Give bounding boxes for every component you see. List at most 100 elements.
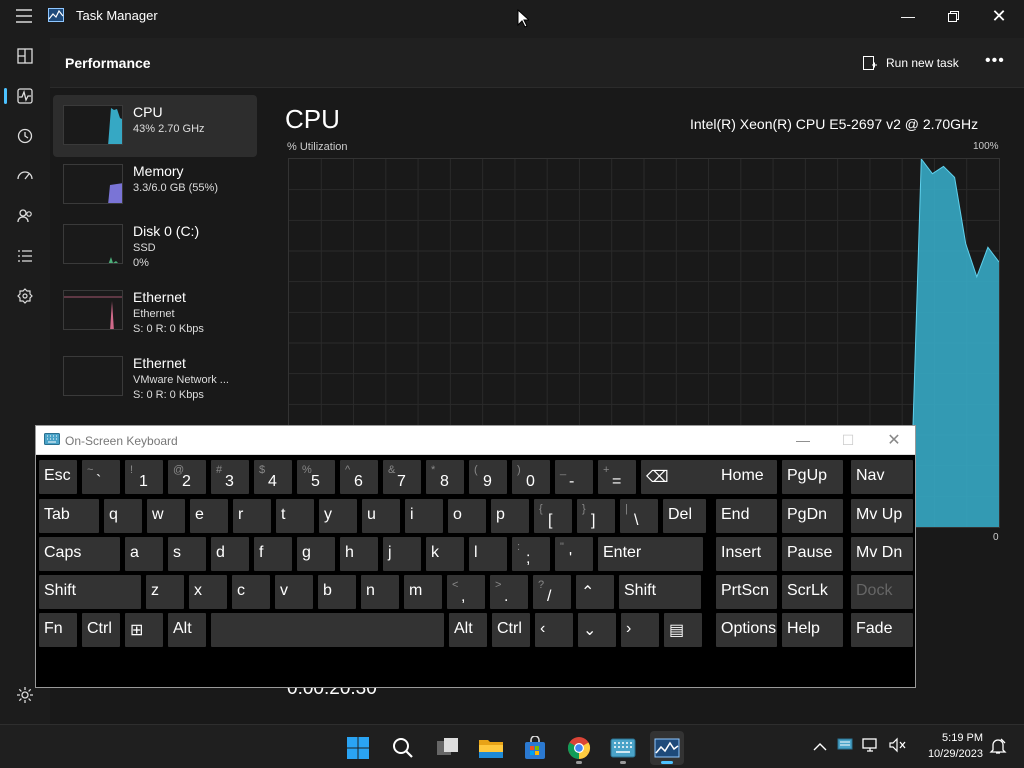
task-manager-app-icon[interactable] <box>650 731 684 765</box>
key-pgdn[interactable]: PgDn <box>782 499 843 533</box>
key-v[interactable]: v <box>275 575 313 609</box>
key-5[interactable]: % 5 <box>297 460 335 494</box>
key-z[interactable]: z <box>146 575 184 609</box>
task-view-icon[interactable] <box>431 731 465 765</box>
close-button[interactable]: ✕ <box>976 0 1022 32</box>
key-symbol[interactable]: ⌃ <box>576 575 614 609</box>
key-symbol[interactable]: <, <box>447 575 485 609</box>
key-h[interactable]: h <box>340 537 378 571</box>
resource-item-ethernet-1[interactable]: Ethernet Ethernet S: 0 R: 0 Kbps <box>53 282 257 344</box>
key-insert[interactable]: Insert <box>716 537 777 571</box>
key-symbol[interactable]: ‹ <box>535 613 573 647</box>
minimize-button[interactable]: — <box>885 0 931 32</box>
chevron-up-icon[interactable] <box>813 739 827 757</box>
settings-icon[interactable] <box>16 686 34 704</box>
key-m[interactable]: m <box>404 575 442 609</box>
key-symbol[interactable]: | \ <box>620 499 658 533</box>
key-options[interactable]: Options <box>716 613 777 647</box>
search-icon[interactable] <box>386 731 420 765</box>
key-esc[interactable]: Esc <box>39 460 77 494</box>
key-end[interactable]: End <box>716 499 777 533</box>
key-n[interactable]: n <box>361 575 399 609</box>
key-alt[interactable]: Alt <box>168 613 206 647</box>
key-s[interactable]: s <box>168 537 206 571</box>
hamburger-menu-icon[interactable] <box>16 9 32 28</box>
key-nav[interactable]: Nav <box>851 460 913 494</box>
osk-title-bar[interactable]: On-Screen Keyboard — ☐ ✕ <box>36 426 915 455</box>
run-new-task-button[interactable]: Run new task <box>862 52 959 74</box>
key-prtscn[interactable]: PrtScn <box>716 575 777 609</box>
resource-item-ethernet-2[interactable]: Ethernet VMware Network ... S: 0 R: 0 Kb… <box>53 348 257 410</box>
system-clock[interactable]: 5:19 PM 10/29/2023 <box>917 730 983 762</box>
key-symbol[interactable]: " ' <box>555 537 593 571</box>
key-2[interactable]: @2 <box>168 460 206 494</box>
osk-tray-icon[interactable] <box>837 736 853 757</box>
key-del[interactable]: Del <box>663 499 706 533</box>
startup-apps-icon[interactable] <box>0 158 50 194</box>
key-scrlk[interactable]: ScrLk <box>782 575 843 609</box>
key-caps[interactable]: Caps <box>39 537 120 571</box>
key-a[interactable]: a <box>125 537 163 571</box>
key-symbol[interactable]: ~ ` <box>82 460 120 494</box>
key-1[interactable]: ! 1 <box>125 460 163 494</box>
key-enter[interactable]: Enter <box>598 537 703 571</box>
key-tab[interactable]: Tab <box>39 499 99 533</box>
key-symbol[interactable]: ⊞ <box>125 613 163 647</box>
key-home[interactable]: Home <box>716 460 777 494</box>
key-mv-dn[interactable]: Mv Dn <box>851 537 913 571</box>
services-icon[interactable] <box>0 278 50 314</box>
key-space[interactable] <box>211 613 444 647</box>
key-l[interactable]: l <box>469 537 507 571</box>
key-k[interactable]: k <box>426 537 464 571</box>
osk-app-icon[interactable] <box>606 731 640 765</box>
key-pgup[interactable]: PgUp <box>782 460 843 494</box>
key-symbol[interactable]: ? / <box>533 575 571 609</box>
key-symbol[interactable]: {[ <box>534 499 572 533</box>
key-symbol[interactable]: ⌄ <box>578 613 616 647</box>
key-i[interactable]: i <box>405 499 443 533</box>
network-icon[interactable] <box>862 737 880 758</box>
volume-muted-icon[interactable] <box>889 737 907 758</box>
resource-item-memory[interactable]: Memory 3.3/6.0 GB (55%) <box>53 156 257 218</box>
key-d[interactable]: d <box>211 537 249 571</box>
key-fn[interactable]: Fn <box>39 613 77 647</box>
key-shift[interactable]: Shift <box>619 575 701 609</box>
resource-item-disk[interactable]: Disk 0 (C:) SSD 0% <box>53 216 257 278</box>
key-r[interactable]: r <box>233 499 271 533</box>
key-4[interactable]: $4 <box>254 460 292 494</box>
chrome-icon[interactable] <box>562 731 596 765</box>
file-explorer-icon[interactable] <box>474 731 508 765</box>
key-symbol[interactable]: ▤ <box>664 613 702 647</box>
key-c[interactable]: c <box>232 575 270 609</box>
key-o[interactable]: o <box>448 499 486 533</box>
key-b[interactable]: b <box>318 575 356 609</box>
key-8[interactable]: * 8 <box>426 460 464 494</box>
app-history-icon[interactable] <box>0 118 50 154</box>
store-icon[interactable] <box>518 731 552 765</box>
key-6[interactable]: ^ 6 <box>340 460 378 494</box>
key-pause[interactable]: Pause <box>782 537 843 571</box>
start-icon[interactable] <box>341 731 375 765</box>
key-3[interactable]: #3 <box>211 460 249 494</box>
notifications-icon[interactable] <box>989 737 1007 760</box>
performance-icon[interactable] <box>0 78 50 114</box>
osk-minimize-button[interactable]: — <box>788 430 818 450</box>
key-0[interactable]: ) 0 <box>512 460 550 494</box>
key-help[interactable]: Help <box>782 613 843 647</box>
key-y[interactable]: y <box>319 499 357 533</box>
details-icon[interactable] <box>0 238 50 274</box>
key-7[interactable]: & 7 <box>383 460 421 494</box>
key-symbol[interactable]: >. <box>490 575 528 609</box>
key-e[interactable]: e <box>190 499 228 533</box>
key-u[interactable]: u <box>362 499 400 533</box>
key-alt[interactable]: Alt <box>449 613 487 647</box>
key-j[interactable]: j <box>383 537 421 571</box>
key-q[interactable]: q <box>104 499 142 533</box>
key-t[interactable]: t <box>276 499 314 533</box>
key-g[interactable]: g <box>297 537 335 571</box>
restore-button[interactable] <box>930 0 976 32</box>
key-x[interactable]: x <box>189 575 227 609</box>
key-shift[interactable]: Shift <box>39 575 141 609</box>
processes-icon[interactable] <box>0 38 50 74</box>
key-symbol[interactable]: + = <box>598 460 636 494</box>
